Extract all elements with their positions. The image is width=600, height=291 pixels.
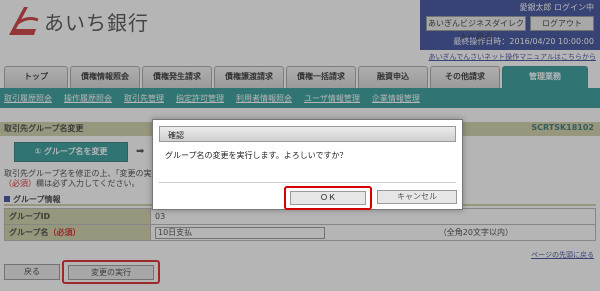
ok-button[interactable]: ＯＫ (290, 191, 366, 205)
confirm-dialog: 確認 グループ名の変更を実行します。よろしいですか？ ＯＫ キャンセル (152, 119, 463, 210)
dialog-message: グループ名の変更を実行します。よろしいですか？ (165, 151, 348, 160)
dialog-title: 確認 (168, 131, 184, 140)
cancel-button[interactable]: キャンセル (377, 190, 457, 204)
ok-button-highlight: ＯＫ (284, 186, 372, 210)
dialog-title-bar: 確認 (159, 126, 456, 142)
dialog-divider (159, 182, 456, 183)
